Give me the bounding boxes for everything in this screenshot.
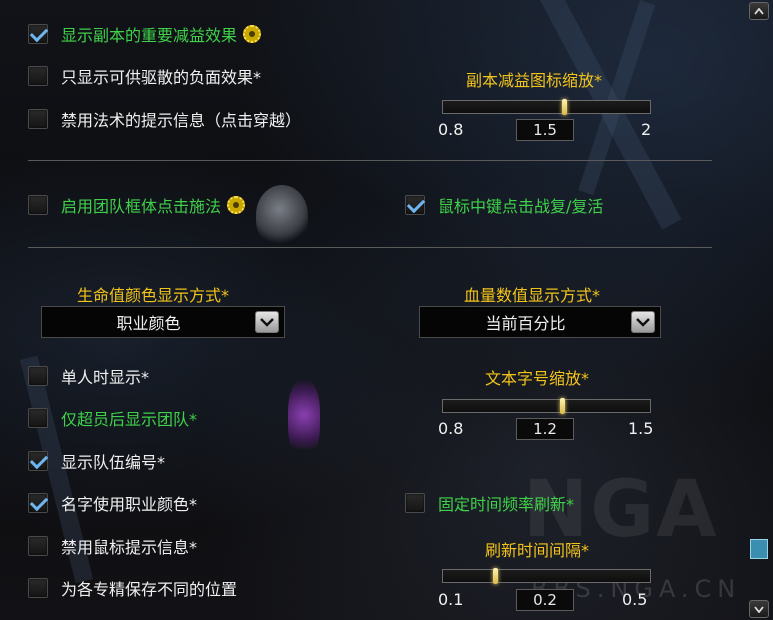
section-divider	[28, 160, 712, 161]
slider-value-box[interactable]: 1.5	[516, 119, 574, 141]
checkbox[interactable]	[28, 578, 48, 598]
slider-thumb[interactable]	[560, 398, 565, 414]
checkbox[interactable]	[28, 195, 48, 215]
option-label: 禁用法术的提示信息（点击穿越）	[61, 111, 302, 130]
slider-min: 0.1	[438, 590, 464, 609]
option-disable-spell-tooltip[interactable]: 禁用法术的提示信息（点击穿越）	[28, 107, 301, 131]
option-raid-frame-click-cast[interactable]: 启用团队框体点击施法	[28, 193, 246, 217]
scroll-down-icon[interactable]	[749, 600, 769, 618]
slider-thumb[interactable]	[493, 568, 498, 584]
dropdown-value: 职业颜色	[116, 314, 181, 333]
dropdown-title-health-color: 生命值颜色显示方式*	[77, 286, 230, 305]
slider-title-refresh-interval: 刷新时间间隔*	[485, 541, 590, 560]
option-label: 名字使用职业颜色*	[61, 495, 198, 514]
slider-max: 0.5	[622, 590, 648, 609]
checkbox[interactable]	[28, 366, 48, 386]
slider-thumb[interactable]	[562, 99, 567, 115]
slider-max: 1.5	[628, 419, 654, 438]
checkbox[interactable]	[28, 408, 48, 428]
option-show-raid-buffs[interactable]: 显示副本的重要减益效果	[28, 22, 262, 46]
option-show-raid-when-over-party[interactable]: 仅超员后显示团队*	[28, 406, 197, 430]
scene-character	[288, 380, 320, 458]
slider-raid-debuff-scale[interactable]	[442, 99, 651, 115]
slider-max: 2	[641, 120, 652, 139]
checkbox[interactable]	[405, 195, 425, 215]
dropdown-health-color[interactable]: 职业颜色	[41, 306, 285, 338]
slider-refresh-interval[interactable]	[442, 568, 651, 584]
gear-icon[interactable]	[227, 196, 246, 214]
option-show-when-solo[interactable]: 单人时显示*	[28, 364, 149, 388]
chevron-down-icon[interactable]	[631, 311, 655, 333]
slider-min: 0.8	[438, 120, 464, 139]
option-label: 单人时显示*	[61, 368, 150, 387]
option-label: 固定时间频率刷新*	[438, 495, 575, 514]
gear-icon[interactable]	[243, 25, 262, 43]
option-label: 显示队伍编号*	[61, 453, 166, 472]
option-fixed-refresh-rate[interactable]: 固定时间频率刷新*	[405, 491, 574, 515]
checkbox[interactable]	[405, 493, 425, 513]
option-save-per-spec-position[interactable]: 为各专精保存不同的位置	[28, 576, 237, 600]
option-disable-mouse-tooltip[interactable]: 禁用鼠标提示信息*	[28, 534, 197, 558]
option-label: 禁用鼠标提示信息*	[61, 538, 198, 557]
option-name-class-color[interactable]: 名字使用职业颜色*	[28, 491, 197, 515]
scroll-up-icon[interactable]	[749, 2, 769, 20]
slider-text-scale[interactable]	[442, 398, 651, 414]
dropdown-health-text[interactable]: 当前百分比	[419, 306, 661, 338]
checkbox[interactable]	[28, 493, 48, 513]
option-show-group-number[interactable]: 显示队伍编号*	[28, 449, 165, 473]
option-label: 为各专精保存不同的位置	[61, 580, 238, 599]
option-label: 启用团队框体点击施法	[61, 197, 222, 216]
checkbox[interactable]	[28, 451, 48, 471]
slider-title-raid-debuff-scale: 副本减益图标缩放*	[466, 71, 603, 90]
slider-value-box[interactable]: 1.2	[516, 418, 574, 440]
option-label: 显示副本的重要减益效果	[61, 26, 238, 45]
scrollbar-thumb[interactable]	[750, 539, 768, 559]
scene-character	[256, 185, 308, 245]
option-label: 只显示可供驱散的负面效果*	[61, 68, 262, 87]
option-show-dispellable-only[interactable]: 只显示可供驱散的负面效果*	[28, 64, 261, 88]
checkbox[interactable]	[28, 24, 48, 44]
slider-min: 0.8	[438, 419, 464, 438]
slider-title-text-scale: 文本字号缩放*	[485, 369, 590, 388]
chevron-down-icon[interactable]	[255, 311, 279, 333]
dropdown-title-health-text: 血量数值显示方式*	[464, 286, 601, 305]
checkbox[interactable]	[28, 109, 48, 129]
checkbox[interactable]	[28, 536, 48, 556]
option-label: 仅超员后显示团队*	[61, 410, 198, 429]
slider-value-box[interactable]: 0.2	[516, 589, 574, 611]
option-label: 鼠标中键点击战复/复活	[438, 197, 604, 216]
section-divider	[28, 247, 712, 248]
option-middle-click-resurrect[interactable]: 鼠标中键点击战复/复活	[405, 193, 603, 217]
checkbox[interactable]	[28, 66, 48, 86]
dropdown-value: 当前百分比	[485, 314, 566, 333]
